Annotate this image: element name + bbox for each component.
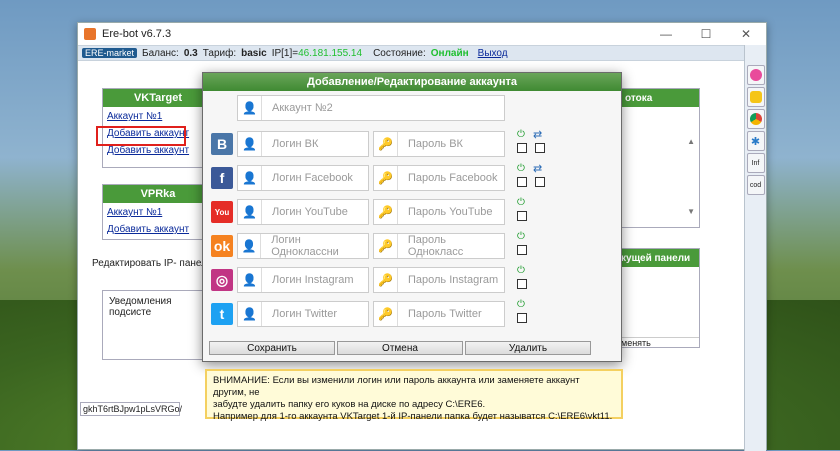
enable-checkbox-5[interactable] bbox=[517, 313, 527, 323]
warning-line-3: Например для 1-го аккаунта VKTarget 1-й … bbox=[213, 411, 613, 422]
enable-checkbox-0[interactable] bbox=[517, 143, 527, 153]
status-bar: ERE-market Баланс: 0.3 Тариф: basic IP[1… bbox=[78, 45, 744, 61]
dialog-title: Добавление/Редактирование аккаунта bbox=[203, 73, 621, 91]
password-field-1[interactable]: 🔑 Пароль Facebook bbox=[373, 165, 505, 191]
title-bar: Ere-bot v6.7.3 — ☐ ✕ bbox=[78, 23, 766, 45]
code-button[interactable]: cod bbox=[746, 175, 765, 195]
vprka-title: VPRka bbox=[103, 185, 213, 203]
token-input[interactable]: gkhT6rtBJpw1pLsVRGo/ bbox=[80, 402, 182, 416]
cancel-button[interactable]: Отмена bbox=[337, 341, 463, 355]
power-icon-5: ⏻ bbox=[517, 299, 525, 310]
enable-checkbox-3[interactable] bbox=[517, 245, 527, 255]
user-icon: 👤 bbox=[238, 268, 262, 292]
power-icon-1: ⏻ bbox=[517, 163, 525, 174]
vktarget-title: VKTarget bbox=[103, 89, 213, 107]
tariff-value: basic bbox=[241, 47, 267, 59]
scroll-up-icon[interactable]: ▲ bbox=[687, 137, 695, 146]
account-name-field[interactable]: 👤 Аккаунт №2 bbox=[237, 95, 505, 121]
enable-checkbox-2[interactable] bbox=[517, 211, 527, 221]
close-button[interactable]: ✕ bbox=[726, 23, 766, 45]
minimize-button[interactable]: — bbox=[646, 23, 686, 45]
account-dialog: Добавление/Редактирование аккаунта 👤 Акк… bbox=[202, 72, 622, 362]
social-icon-2: You bbox=[211, 201, 233, 223]
chrome-icon[interactable] bbox=[746, 109, 765, 129]
state-label: Состояние: bbox=[373, 47, 426, 59]
social-icon-0: В bbox=[211, 133, 233, 155]
warning-box: ВНИМАНИЕ: Если вы изменили логин или пар… bbox=[205, 369, 623, 422]
sync-icon-0: ⇄ bbox=[533, 129, 543, 141]
window-title: Ere-bot v6.7.3 bbox=[102, 28, 172, 40]
key-icon: 🔑 bbox=[374, 268, 398, 292]
login-field-5[interactable]: 👤 Логин Twitter bbox=[237, 301, 369, 327]
vprka-account-1[interactable]: Аккаунт №1 bbox=[103, 203, 213, 220]
scroll-down-icon[interactable]: ▼ bbox=[687, 207, 695, 216]
key-icon: 🔑 bbox=[374, 132, 398, 156]
ere-market-logo: ERE-market bbox=[82, 48, 138, 58]
right-panel-top-title: отока bbox=[615, 89, 699, 107]
vprka-panel: VPRka Аккаунт №1 Добавить аккаунт bbox=[102, 184, 214, 240]
social-icon-5: t bbox=[211, 303, 233, 325]
password-field-2[interactable]: 🔑 Пароль YouTube bbox=[373, 199, 505, 225]
sync-checkbox-0[interactable] bbox=[535, 143, 545, 153]
key-icon: 🔑 bbox=[374, 234, 398, 258]
vprka-add-account[interactable]: Добавить аккаунт bbox=[103, 220, 213, 237]
balance-label: Баланс: bbox=[142, 47, 179, 59]
balance-value: 0.3 bbox=[183, 47, 198, 59]
social-icon-4: ◎ bbox=[211, 269, 233, 291]
state-value: Онлайн bbox=[430, 47, 469, 59]
password-field-0[interactable]: 🔑 Пароль ВК bbox=[373, 131, 505, 157]
delete-button[interactable]: Удалить bbox=[465, 341, 591, 355]
tariff-label: Тариф: bbox=[202, 47, 237, 59]
right-panel-bottom-title: кущей панели bbox=[615, 249, 699, 267]
exit-link[interactable]: Выход bbox=[478, 48, 508, 59]
app-icon bbox=[84, 28, 96, 40]
power-icon-4: ⏻ bbox=[517, 265, 525, 276]
login-field-2[interactable]: 👤 Логин YouTube bbox=[237, 199, 369, 225]
settings-icon[interactable]: ✱ bbox=[746, 131, 765, 151]
info-button[interactable]: Inf bbox=[746, 153, 765, 173]
right-panel-bottom: кущей панели менять bbox=[614, 248, 700, 348]
social-icon-1: f bbox=[211, 167, 233, 189]
enable-checkbox-4[interactable] bbox=[517, 279, 527, 289]
password-field-3[interactable]: 🔑 Пароль Однокласс bbox=[373, 233, 505, 259]
edit-ip-panel-label: Редактировать IP- панель: bbox=[92, 258, 215, 269]
power-icon-0: ⏻ bbox=[517, 129, 525, 140]
vktarget-account-1[interactable]: Аккаунт №1 bbox=[103, 107, 213, 124]
key-icon: 🔑 bbox=[374, 166, 398, 190]
user-icon: 👤 bbox=[238, 96, 262, 120]
ip-value: 46.181.155.14 bbox=[298, 47, 363, 59]
user-icon: 👤 bbox=[238, 166, 262, 190]
enable-checkbox-1[interactable] bbox=[517, 177, 527, 187]
password-field-5[interactable]: 🔑 Пароль Twitter bbox=[373, 301, 505, 327]
notifications-label: Уведомления подсисте bbox=[109, 296, 172, 318]
login-field-0[interactable]: 👤 Логин ВК bbox=[237, 131, 369, 157]
password-field-4[interactable]: 🔑 Пароль Instagram bbox=[373, 267, 505, 293]
save-button[interactable]: Сохранить bbox=[209, 341, 335, 355]
power-icon-3: ⏻ bbox=[517, 231, 525, 242]
right-toolbar: ✱ Inf cod bbox=[744, 45, 766, 451]
user-icon: 👤 bbox=[238, 132, 262, 156]
key-icon: 🔑 bbox=[374, 302, 398, 326]
user-icon: 👤 bbox=[238, 234, 262, 258]
user-icon: 👤 bbox=[238, 200, 262, 224]
social-icon-3: ok bbox=[211, 235, 233, 257]
ip-label: IP[1]= bbox=[271, 47, 299, 59]
key-icon: 🔑 bbox=[374, 200, 398, 224]
warning-line-1: ВНИМАНИЕ: Если вы изменили логин или пар… bbox=[213, 375, 580, 398]
right-panel-bottom-foot[interactable]: менять bbox=[615, 337, 699, 351]
notifications-box: Уведомления подсисте bbox=[102, 290, 214, 360]
stop-icon[interactable] bbox=[746, 87, 765, 107]
login-field-3[interactable]: 👤 Логин Одноклассни bbox=[237, 233, 369, 259]
right-panel-top: отока ▲ ▼ bbox=[614, 88, 700, 228]
sync-checkbox-1[interactable] bbox=[535, 177, 545, 187]
login-field-4[interactable]: 👤 Логин Instagram bbox=[237, 267, 369, 293]
maximize-button[interactable]: ☐ bbox=[686, 23, 726, 45]
highlight-frame bbox=[96, 126, 186, 146]
login-field-1[interactable]: 👤 Логин Facebook bbox=[237, 165, 369, 191]
warning-line-2: забудте удалить папку его куков на диске… bbox=[213, 399, 486, 410]
user-icon: 👤 bbox=[238, 302, 262, 326]
pause-icon[interactable] bbox=[746, 65, 765, 85]
sync-icon-1: ⇄ bbox=[533, 163, 543, 175]
power-icon-2: ⏻ bbox=[517, 197, 525, 208]
